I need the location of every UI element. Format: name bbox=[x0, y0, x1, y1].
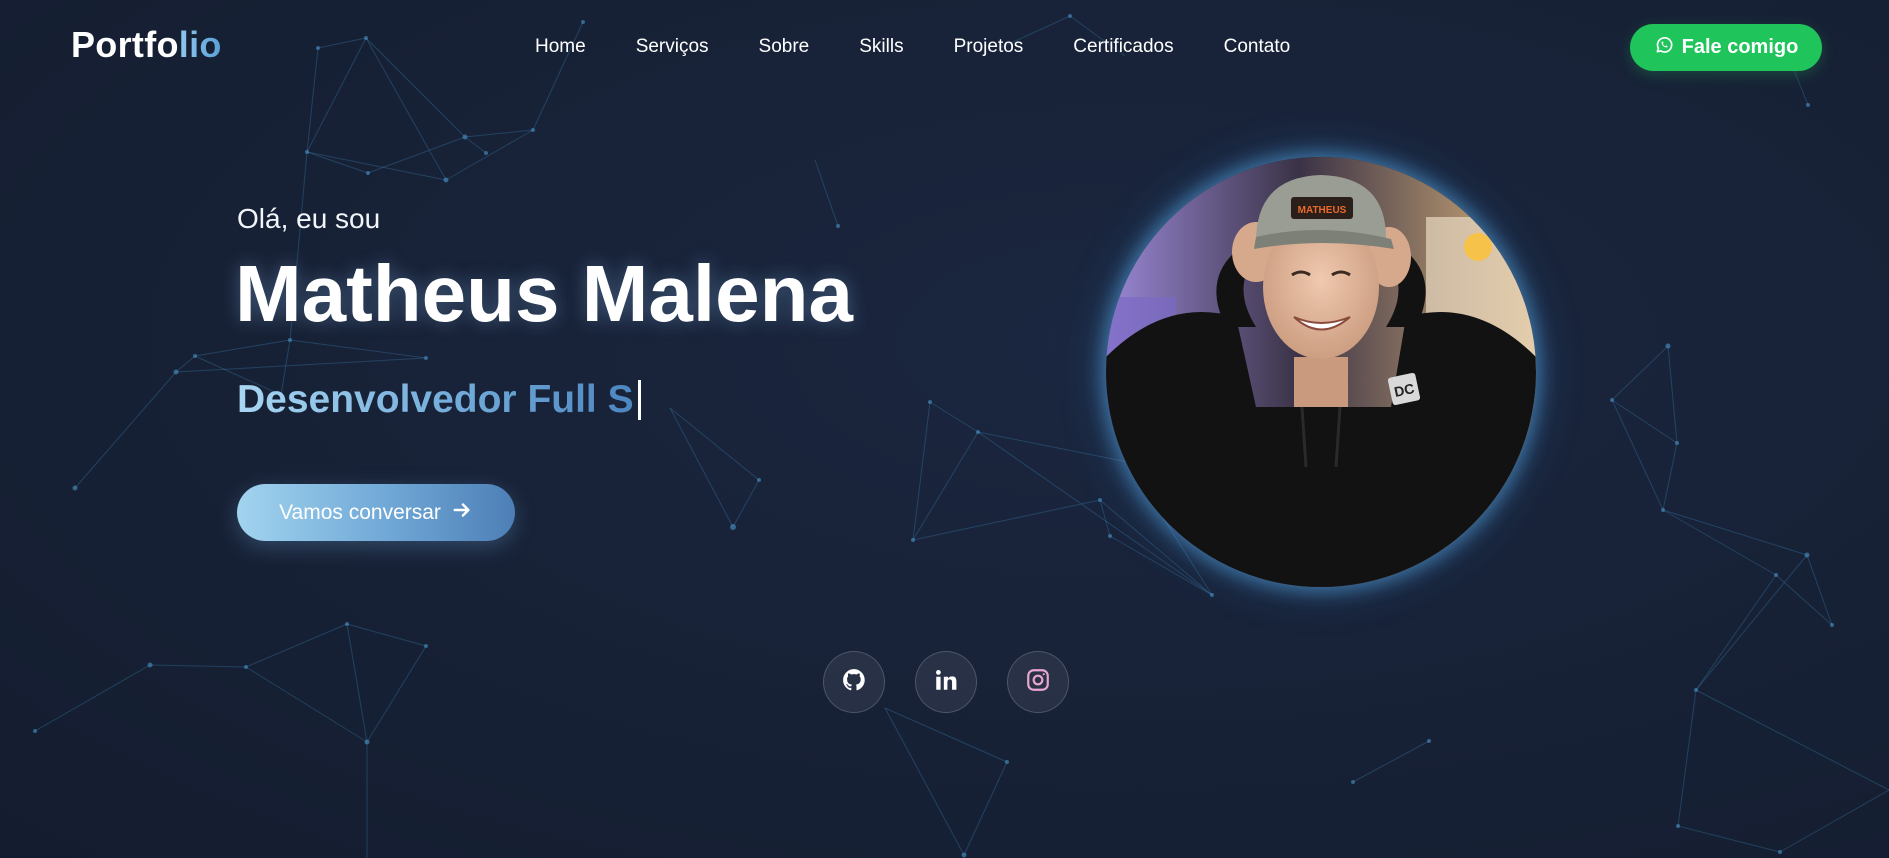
hero-name: Matheus Malena bbox=[235, 249, 853, 338]
nav-sobre[interactable]: Sobre bbox=[759, 36, 810, 58]
particle-network-background bbox=[33, 14, 1889, 858]
nav-home[interactable]: Home bbox=[535, 36, 586, 58]
nav-servicos[interactable]: Serviços bbox=[636, 36, 709, 58]
linkedin-icon bbox=[933, 667, 959, 698]
github-link[interactable] bbox=[823, 651, 885, 713]
vamos-conversar-button[interactable]: Vamos conversar bbox=[237, 484, 515, 541]
arrow-right-icon bbox=[451, 499, 473, 527]
site-logo[interactable]: Portfolio bbox=[71, 24, 222, 66]
nav-contato[interactable]: Contato bbox=[1224, 36, 1291, 58]
page: Portfolio Home Serviços Sobre Skills Pro… bbox=[0, 0, 1889, 858]
whatsapp-icon bbox=[1654, 35, 1674, 61]
hero-greeting: Olá, eu sou bbox=[237, 203, 381, 234]
nav-projetos[interactable]: Projetos bbox=[954, 36, 1024, 58]
logo-accent-text: lio bbox=[178, 24, 222, 65]
logo-text: Portfo bbox=[71, 24, 179, 65]
instagram-icon bbox=[1025, 667, 1051, 698]
cap-patch-text: MATHEUS bbox=[1298, 205, 1347, 216]
instagram-link[interactable] bbox=[1007, 651, 1069, 713]
nav-certificados[interactable]: Certificados bbox=[1073, 36, 1173, 58]
typing-caret bbox=[637, 380, 641, 420]
nav-skills[interactable]: Skills bbox=[859, 36, 903, 58]
profile-photo: DC MATHEUS bbox=[1106, 157, 1536, 587]
fale-comigo-label: Fale comigo bbox=[1681, 36, 1799, 58]
github-icon bbox=[841, 667, 867, 698]
linkedin-link[interactable] bbox=[915, 651, 977, 713]
hero-role-typed-text: Desenvolvedor Full S bbox=[237, 378, 634, 421]
fale-comigo-button[interactable]: Fale comigo bbox=[1630, 24, 1822, 71]
main-nav: Home Serviços Sobre Skills Projetos Cert… bbox=[535, 36, 1340, 58]
hero-role: Desenvolvedor Full S bbox=[237, 378, 641, 422]
vamos-conversar-label: Vamos conversar bbox=[279, 500, 441, 524]
